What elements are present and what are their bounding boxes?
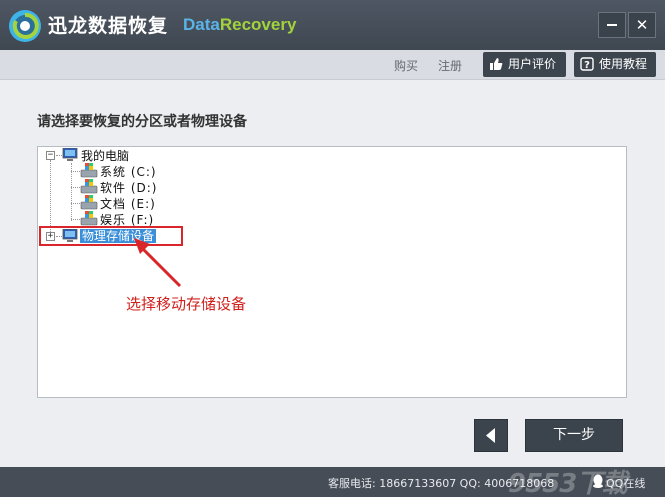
user-review-label: 用户评价 — [508, 57, 557, 71]
annotation-arrow-icon — [134, 238, 182, 288]
brand-recovery: Recovery — [219, 15, 297, 34]
minimize-button[interactable] — [598, 12, 626, 38]
tree-drive-c[interactable]: 系统 (C:) — [100, 165, 157, 179]
brand-name: DataRecovery — [183, 15, 296, 35]
buy-link[interactable]: 购买 — [394, 57, 418, 74]
user-review-button[interactable]: 用户评价 — [483, 52, 566, 77]
tree-line — [71, 203, 80, 204]
tree-drive-d[interactable]: 软件 (D:) — [100, 181, 157, 195]
minimize-icon — [607, 24, 617, 26]
drive-icon — [80, 179, 98, 194]
tutorial-button[interactable]: ? 使用教程 — [574, 52, 656, 77]
tree-root-label[interactable]: 我的电脑 — [81, 149, 129, 163]
drive-icon — [80, 211, 98, 226]
brand-data: Data — [183, 15, 220, 34]
annotation-text: 选择移动存储设备 — [126, 295, 247, 313]
svg-text:?: ? — [584, 60, 590, 71]
register-link[interactable]: 注册 — [438, 57, 462, 74]
section-title: 请选择要恢复的分区或者物理设备 — [37, 114, 247, 130]
tree-line — [71, 187, 80, 188]
arrow-left-icon — [486, 428, 495, 443]
tutorial-label: 使用教程 — [599, 57, 648, 71]
close-button[interactable]: ✕ — [628, 12, 656, 38]
close-icon: ✕ — [635, 16, 649, 34]
thumbs-up-icon — [490, 58, 503, 70]
back-button[interactable] — [474, 419, 508, 452]
device-tree[interactable]: − 我的电脑 系统 (C:) 软件 (D:) 文档 (E:) 娱乐 (F:) + — [37, 146, 627, 398]
tree-line — [50, 160, 51, 236]
help-icon: ? — [580, 57, 594, 71]
tree-drive-e[interactable]: 文档 (E:) — [100, 197, 156, 211]
app-logo-icon — [9, 10, 41, 42]
tree-line — [71, 171, 80, 172]
toolbar: 购买 注册 用户评价 ? 使用教程 — [0, 50, 665, 80]
site-watermark: 9553下载 — [508, 469, 627, 497]
computer-icon — [62, 148, 78, 161]
app-title: 迅龙数据恢复 — [48, 15, 169, 37]
tree-drive-f[interactable]: 娱乐 (F:) — [100, 213, 154, 227]
drive-icon — [80, 195, 98, 210]
collapse-root-toggle[interactable]: − — [46, 151, 55, 160]
title-bar: 迅龙数据恢复 DataRecovery ✕ — [0, 0, 665, 50]
tree-line — [71, 219, 80, 220]
next-step-button[interactable]: 下一步 — [525, 419, 623, 452]
drive-icon — [80, 163, 98, 178]
